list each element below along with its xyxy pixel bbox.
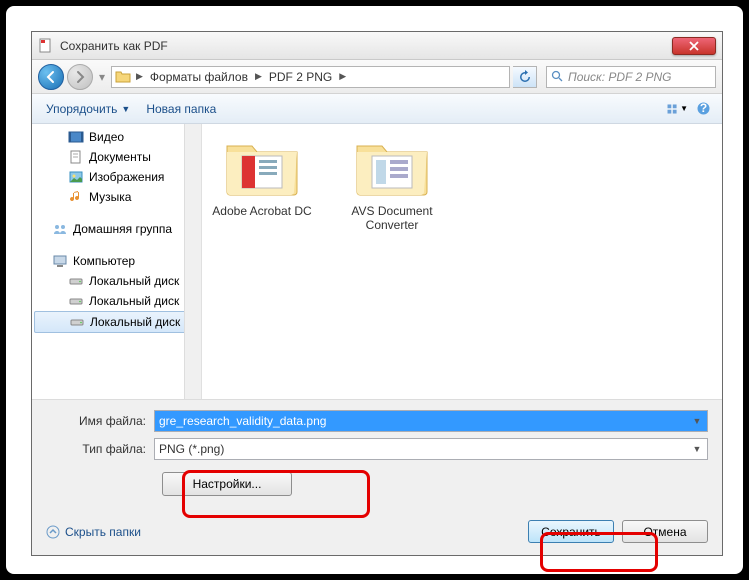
tree-item-music[interactable]: Музыка	[32, 187, 201, 207]
window-title: Сохранить как PDF	[60, 39, 672, 53]
nav-bar: ▾ ▶ Форматы файлов ▶ PDF 2 PNG ▶ Поиск: …	[32, 60, 722, 94]
tree-item-disk-e[interactable]: Локальный диск	[34, 311, 199, 333]
chevron-down-icon[interactable]: ▼	[689, 416, 705, 426]
filetype-label: Тип файла:	[46, 442, 154, 456]
folder-label: AVS Document Converter	[342, 204, 442, 233]
music-icon	[68, 189, 84, 205]
folder-tree: Видео Документы Изображения Музыка	[32, 124, 202, 399]
tree-item-computer[interactable]: Компьютер	[32, 251, 201, 271]
breadcrumb-seg-2[interactable]: PDF 2 PNG	[264, 70, 337, 84]
pictures-icon	[68, 169, 84, 185]
view-options-button[interactable]: ▼	[666, 98, 688, 120]
file-browser-body: Видео Документы Изображения Музыка	[32, 124, 722, 399]
new-folder-button[interactable]: Новая папка	[140, 99, 222, 119]
save-button[interactable]: Сохранить	[528, 520, 614, 543]
filetype-value: PNG (*.png)	[159, 442, 224, 456]
breadcrumb-seg-1[interactable]: Форматы файлов	[145, 70, 253, 84]
cancel-button[interactable]: Отмена	[622, 520, 708, 543]
tree-item-documents[interactable]: Документы	[32, 147, 201, 167]
tree-item-video[interactable]: Видео	[32, 127, 201, 147]
folder-icon	[114, 68, 132, 86]
drive-icon	[68, 293, 84, 309]
tree-item-disk-c[interactable]: Локальный диск	[32, 271, 201, 291]
pdf-app-icon	[38, 38, 54, 54]
toolbar: Упорядочить ▼ Новая папка ▼ ?	[32, 94, 722, 124]
save-controls: Имя файла: gre_research_validity_data.pn…	[32, 399, 722, 555]
filename-value: gre_research_validity_data.png	[159, 414, 326, 428]
filename-label: Имя файла:	[46, 414, 154, 428]
chevron-down-icon[interactable]: ▼	[689, 444, 705, 454]
folder-icon	[222, 134, 302, 199]
chevron-right-icon: ▶	[253, 71, 264, 82]
chevron-right-icon: ▶	[134, 71, 145, 82]
search-placeholder: Поиск: PDF 2 PNG	[568, 70, 672, 84]
folder-item-acrobat[interactable]: Adobe Acrobat DC	[212, 134, 312, 218]
chevron-right-icon: ▶	[337, 71, 348, 82]
tree-item-homegroup[interactable]: Домашняя группа	[32, 219, 201, 239]
search-icon	[551, 70, 564, 83]
filename-input[interactable]: gre_research_validity_data.png ▼	[154, 410, 708, 432]
chevron-down-icon: ▼	[121, 104, 130, 114]
organize-menu[interactable]: Упорядочить ▼	[40, 99, 136, 119]
forward-button[interactable]	[67, 64, 93, 90]
close-button[interactable]	[672, 37, 716, 55]
documents-icon	[68, 149, 84, 165]
hide-folders-link[interactable]: Скрыть папки	[46, 525, 141, 539]
folder-label: Adobe Acrobat DC	[212, 204, 312, 218]
folder-item-avs[interactable]: AVS Document Converter	[342, 134, 442, 233]
chevron-down-icon: ▼	[680, 104, 688, 113]
settings-button[interactable]: Настройки...	[162, 472, 292, 496]
folder-icon	[352, 134, 432, 199]
tree-item-disk-d[interactable]: Локальный диск	[32, 291, 201, 311]
video-icon	[68, 129, 84, 145]
back-button[interactable]	[38, 64, 64, 90]
nav-history-dropdown[interactable]: ▾	[96, 67, 108, 87]
filetype-dropdown[interactable]: PNG (*.png) ▼	[154, 438, 708, 460]
help-button[interactable]: ?	[692, 98, 714, 120]
chevron-up-icon	[46, 525, 60, 539]
drive-icon	[69, 314, 85, 330]
search-box[interactable]: Поиск: PDF 2 PNG	[546, 66, 716, 88]
refresh-button[interactable]	[513, 66, 537, 88]
save-as-dialog: Сохранить как PDF ▾ ▶ Форматы файлов ▶ P…	[31, 31, 723, 556]
tree-scrollbar[interactable]	[184, 124, 201, 399]
titlebar: Сохранить как PDF	[32, 32, 722, 60]
homegroup-icon	[52, 221, 68, 237]
address-bar[interactable]: ▶ Форматы файлов ▶ PDF 2 PNG ▶	[111, 66, 510, 88]
drive-icon	[68, 273, 84, 289]
svg-text:?: ?	[699, 101, 706, 115]
computer-icon	[52, 253, 68, 269]
tree-item-pictures[interactable]: Изображения	[32, 167, 201, 187]
file-list[interactable]: Adobe Acrobat DC AVS Document Converter	[202, 124, 722, 399]
